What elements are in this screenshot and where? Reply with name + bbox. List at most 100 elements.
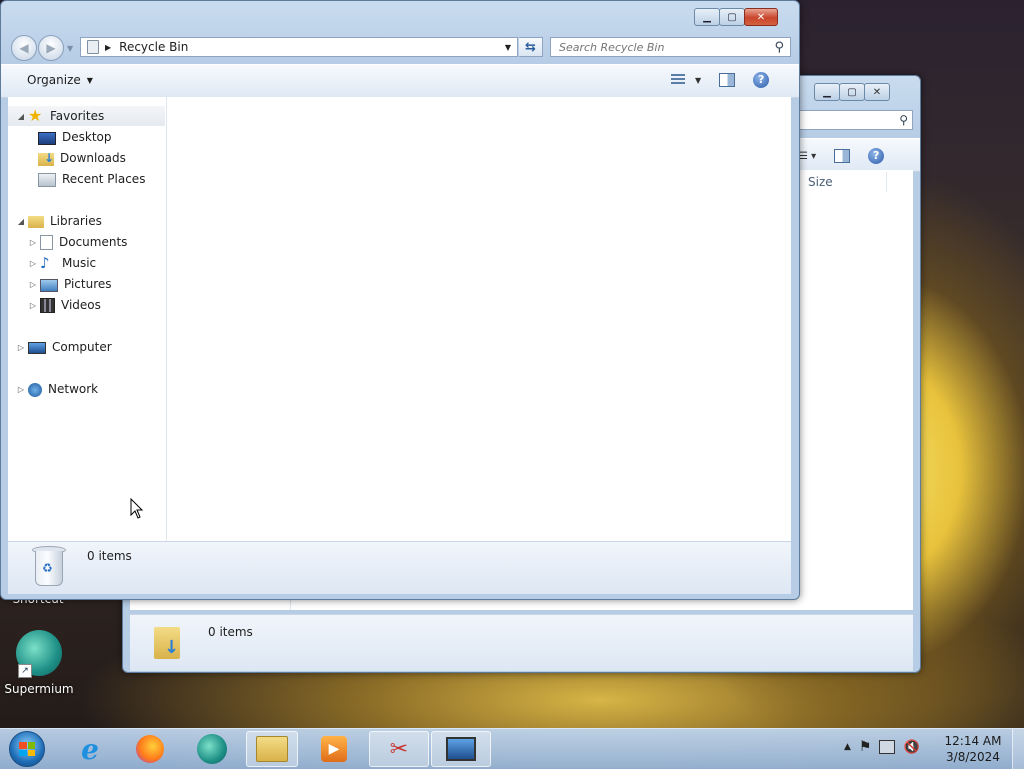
nav-desktop-label: Desktop — [62, 130, 112, 144]
back-column-header-size[interactable]: Size — [803, 172, 887, 192]
expand-arrow-icon[interactable]: ▷ — [28, 259, 38, 268]
refresh-button[interactable]: ⇆ — [519, 37, 543, 57]
taskbar-firefox[interactable] — [124, 731, 176, 767]
expand-arrow-icon[interactable]: ▷ — [28, 280, 38, 289]
show-desktop-button[interactable] — [1012, 729, 1024, 769]
minimize-button[interactable]: ▁ — [694, 8, 720, 26]
start-button[interactable] — [5, 731, 49, 767]
collapse-arrow-icon[interactable]: ◢ — [16, 112, 26, 121]
back-minimize-button[interactable]: ▁ — [814, 83, 840, 101]
nav-computer[interactable]: ▷ Computer — [8, 337, 112, 357]
address-dropdown-icon[interactable]: ▼ — [505, 43, 511, 52]
windows-logo-icon — [9, 731, 45, 767]
nav-documents-label: Documents — [59, 235, 128, 249]
recent-places-icon — [38, 173, 56, 187]
address-bar[interactable]: ▶ Recycle Bin ▼ — [80, 37, 518, 57]
downloads-folder-icon: ↓ — [38, 151, 54, 166]
forward-arrow-icon: ▶ — [46, 41, 56, 55]
nav-libraries[interactable]: ◢ Libraries — [8, 211, 102, 231]
nav-videos[interactable]: ▷ Videos — [28, 295, 101, 315]
snipping-tool-icon: ✂ — [389, 736, 409, 762]
internet-explorer-icon: e — [81, 732, 99, 766]
remote-desktop-icon — [446, 737, 476, 761]
item-count: 0 items — [87, 549, 132, 563]
nav-recent-places[interactable]: Recent Places — [38, 169, 145, 189]
recycle-bin-window[interactable]: ▁ ▢ ✕ ◀ ▶ ▼ ▶ Recycle Bin ▼ ⇆ ⚲ Organize… — [0, 0, 800, 600]
address-location[interactable]: Recycle Bin — [119, 40, 188, 54]
nav-network[interactable]: ▷ Network — [8, 379, 98, 399]
file-list-area[interactable] — [167, 97, 791, 541]
expand-arrow-icon[interactable]: ▷ — [28, 238, 38, 247]
network-tray-icon[interactable] — [879, 740, 896, 754]
expand-arrow-icon[interactable]: ▷ — [28, 301, 38, 310]
view-dropdown-icon: ▼ — [695, 75, 702, 85]
collapse-arrow-icon[interactable]: ◢ — [16, 217, 26, 226]
desktop-icon — [38, 131, 56, 145]
back-help-icon[interactable]: ? — [868, 148, 885, 164]
network-icon — [28, 382, 42, 397]
libraries-icon — [28, 216, 44, 228]
clock-time: 12:14 AM — [944, 734, 1002, 748]
expand-arrow-icon[interactable]: ▷ — [16, 343, 26, 352]
back-preview-pane-icon[interactable] — [834, 149, 851, 163]
nav-pictures[interactable]: ▷ Pictures — [28, 274, 112, 294]
nav-favorites-label: Favorites — [50, 109, 105, 123]
back-arrow-icon: ◀ — [19, 41, 29, 55]
nav-videos-label: Videos — [61, 298, 101, 312]
organize-button[interactable]: Organize ▼ — [27, 73, 93, 87]
computer-icon — [28, 342, 46, 354]
preview-pane-icon[interactable] — [719, 73, 736, 87]
volume-muted-icon[interactable]: 🔇 — [903, 740, 919, 755]
nav-downloads-label: Downloads — [60, 151, 126, 165]
clock[interactable]: 12:14 AM 3/8/2024 — [938, 733, 1008, 765]
nav-documents[interactable]: ▷ Documents — [28, 232, 127, 252]
organize-dropdown-icon: ▼ — [86, 75, 93, 85]
back-view-dropdown-icon[interactable]: ☰ ▾ — [799, 151, 816, 162]
nav-buttons: ◀ ▶ ▼ — [11, 35, 73, 61]
recycle-bin-small-icon — [87, 40, 99, 54]
nav-music[interactable]: ▷ ♪ Music — [28, 253, 96, 273]
show-hidden-icons-icon[interactable]: ▲ — [844, 742, 851, 752]
back-view-options: ☰ ▾ ? — [799, 148, 885, 164]
details-view-icon — [671, 74, 685, 86]
nav-recent-places-label: Recent Places — [62, 172, 146, 186]
back-close-button[interactable]: ✕ — [864, 83, 890, 101]
recycle-bin-empty-icon: ♻ — [32, 546, 66, 588]
recent-pages-dropdown-icon[interactable]: ▼ — [67, 44, 73, 53]
back-maximize-button[interactable]: ▢ — [839, 83, 865, 101]
back-search-icon: ⚲ — [899, 113, 908, 127]
clock-date: 3/8/2024 — [946, 750, 1000, 764]
back-button[interactable]: ◀ — [11, 35, 37, 61]
search-input[interactable] — [557, 39, 761, 55]
forward-button[interactable]: ▶ — [38, 35, 64, 61]
search-icon[interactable]: ⚲ — [774, 40, 784, 55]
pictures-icon — [40, 278, 58, 292]
nav-desktop[interactable]: Desktop — [38, 127, 112, 147]
desktop-icon-supermium[interactable]: ↗ Supermium — [4, 630, 74, 696]
nav-computer-label: Computer — [52, 340, 112, 354]
action-center-flag-icon[interactable]: ⚑ — [859, 739, 872, 755]
expand-arrow-icon[interactable]: ▷ — [16, 385, 26, 394]
taskbar-media-player[interactable]: ▶ — [308, 731, 360, 767]
taskbar-remote-desktop[interactable] — [431, 731, 491, 767]
change-view-button[interactable]: ▼ — [671, 74, 701, 86]
firefox-icon — [136, 735, 164, 763]
nav-favorites[interactable]: ◢ ★ Favorites — [8, 106, 165, 126]
nav-downloads[interactable]: ↓ Downloads — [38, 148, 126, 168]
back-search-input[interactable]: ⚲ — [783, 110, 913, 130]
supermium-icon: ↗ — [16, 630, 62, 678]
breadcrumb-separator-icon[interactable]: ▶ — [105, 43, 111, 52]
back-window-caption-buttons: ▁ ▢ ✕ — [814, 83, 890, 101]
maximize-button[interactable]: ▢ — [719, 8, 745, 26]
search-box[interactable]: ⚲ — [550, 37, 791, 57]
taskbar-snipping-tool[interactable]: ✂ — [369, 731, 429, 767]
taskbar-windows-explorer[interactable] — [246, 731, 298, 767]
help-icon[interactable]: ? — [753, 72, 770, 88]
taskbar-internet-explorer[interactable]: e — [64, 731, 116, 767]
taskbar-supermium[interactable] — [186, 731, 238, 767]
close-button[interactable]: ✕ — [744, 8, 778, 26]
navigation-pane[interactable]: ◢ ★ Favorites Desktop ↓ Downloads Recent… — [8, 97, 167, 541]
media-player-icon: ▶ — [321, 736, 347, 762]
nav-network-label: Network — [48, 382, 99, 396]
system-tray: ▲ ⚑ 🔇 — [844, 739, 920, 755]
